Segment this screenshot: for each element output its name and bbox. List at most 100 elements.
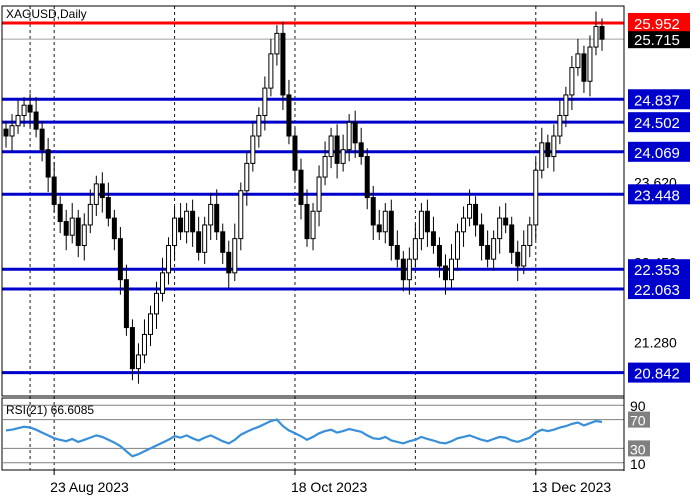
candle-body (376, 224, 382, 233)
level-label: 22.063 (634, 282, 680, 299)
candle-body (81, 224, 87, 246)
candle-body (334, 135, 340, 164)
candle-body (220, 231, 226, 253)
candle-body (250, 135, 256, 164)
candle-body (539, 142, 545, 171)
candle-body (178, 217, 184, 233)
candle-body (27, 104, 33, 113)
candle-body (467, 203, 473, 219)
candle-body (129, 327, 135, 370)
rsi-label: RSI(21) 66.6085 (6, 403, 94, 417)
candle-body (485, 244, 491, 260)
candle-body (268, 53, 274, 89)
level-label: 23.448 (634, 187, 680, 204)
candle-body (172, 217, 178, 246)
chart-title: XAGUSD,Daily (6, 7, 87, 21)
candle-body (304, 203, 310, 240)
candle-body (3, 128, 9, 137)
candle-body (394, 244, 400, 260)
candle-body (388, 210, 394, 246)
candle-body (370, 197, 376, 226)
candle-body (93, 183, 99, 205)
level-label: 24.069 (634, 145, 680, 162)
candle-body (328, 135, 334, 158)
candle-body (190, 210, 196, 233)
date-label: 13 Dec 2023 (532, 479, 612, 495)
candle-body (244, 162, 250, 192)
candle-body (424, 210, 430, 233)
candle-body (262, 87, 268, 116)
candle-body (406, 258, 412, 281)
candle-body (274, 32, 280, 55)
candle-body (352, 121, 358, 144)
candle-body (563, 94, 569, 116)
candle-body (166, 244, 172, 274)
candle-body (569, 67, 575, 96)
candle-body (316, 176, 322, 212)
candle-body (533, 169, 539, 226)
candle-body (575, 53, 581, 69)
candle-body (527, 224, 533, 246)
candle-body (184, 210, 190, 233)
current-price-label: 25.715 (634, 32, 680, 49)
level-label: 25.952 (634, 16, 680, 33)
candle-body (497, 217, 503, 240)
candle-body (521, 244, 527, 267)
candle-body (346, 121, 352, 151)
candle-body (51, 176, 57, 205)
candle-body (99, 183, 105, 199)
level-label: 20.842 (634, 366, 680, 383)
price-tick-label: 21.280 (634, 335, 677, 351)
candle-body (63, 221, 69, 236)
candle-body (280, 32, 286, 96)
rsi-level-label: 10 (630, 456, 646, 472)
candle-body (479, 224, 485, 246)
candle-body (15, 114, 21, 127)
date-label: 18 Oct 2023 (291, 479, 367, 495)
candle-body (545, 142, 551, 158)
candle-body (256, 114, 262, 137)
candle-body (286, 94, 292, 137)
candle-body (593, 26, 599, 48)
candle-body (232, 238, 238, 274)
candle-body (202, 224, 208, 253)
candle-body (515, 251, 521, 267)
candle-body (196, 231, 202, 253)
candle-body (160, 272, 166, 294)
candle-body (21, 104, 27, 116)
candle-body (364, 156, 370, 199)
chart-background (0, 0, 700, 500)
candle-body (581, 53, 587, 82)
candle-body (442, 265, 448, 281)
candle-body (557, 114, 563, 137)
candle-body (292, 135, 298, 171)
candle-body (358, 142, 364, 158)
candle-body (147, 313, 153, 335)
candle-body (491, 238, 497, 260)
candle-body (45, 149, 51, 178)
candle-body (599, 26, 605, 40)
candle-body (473, 203, 479, 226)
candle-body (509, 224, 515, 253)
candle-body (461, 217, 467, 233)
candle-body (123, 279, 129, 329)
candle-body (310, 210, 316, 240)
candle-body (135, 354, 141, 370)
candle-body (75, 217, 81, 246)
candle-body (455, 231, 461, 260)
candle-body (436, 244, 442, 267)
candle-body (87, 203, 93, 226)
level-label: 24.502 (634, 115, 680, 132)
price-chart[interactable]: 21.28022.45023.62025.95224.83724.50224.0… (0, 0, 700, 500)
rsi-level-label: 70 (630, 413, 646, 429)
candle-body (57, 203, 63, 223)
candle-body (298, 169, 304, 205)
candle-body (418, 210, 424, 240)
candle-body (208, 203, 214, 226)
candle-body (9, 125, 15, 137)
candle-body (430, 231, 436, 246)
candle-body (111, 217, 117, 240)
date-label: 23 Aug 2023 (50, 479, 129, 495)
candle-body (69, 217, 75, 236)
candle-body (238, 190, 244, 240)
